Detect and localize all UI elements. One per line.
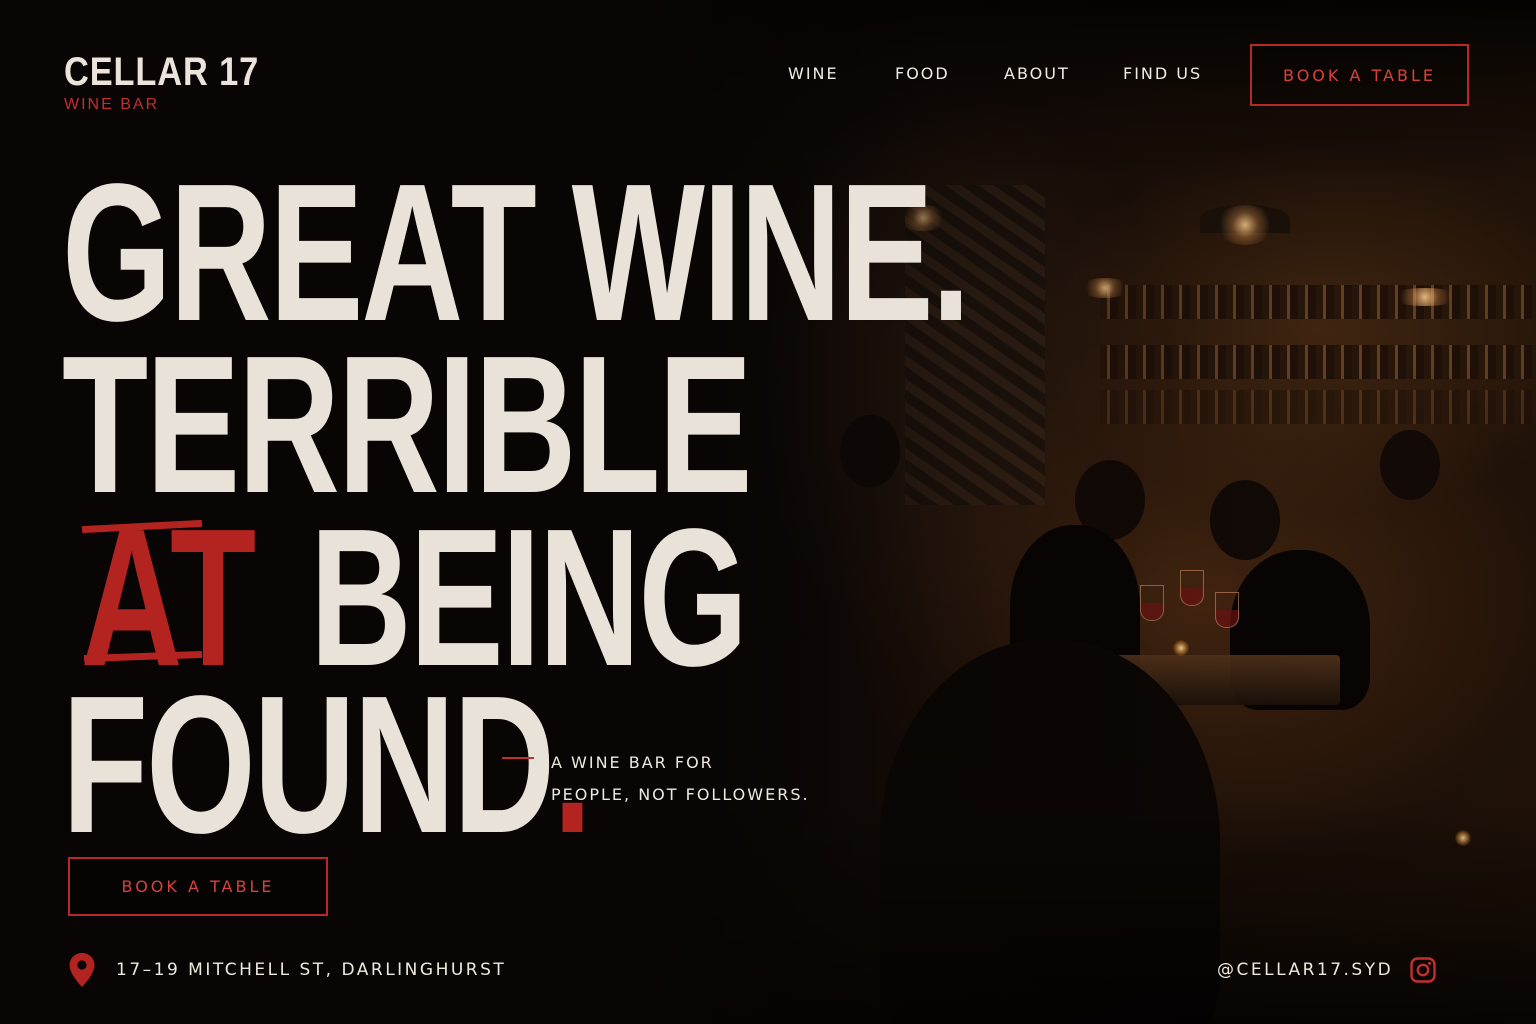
nav-find-us-link[interactable]: FIND US [1123,64,1202,83]
brand-logo[interactable]: CELLAR 17 WINE BAR [64,50,291,114]
tagline-line-2: PEOPLE, NOT FOLLOWERS. [551,785,810,804]
tagline-line-1: A WINE BAR FOR [551,753,714,772]
instagram-handle-link[interactable]: @CELLAR17.SYD [1217,960,1393,980]
venue-address: 17–19 MITCHELL ST, DARLINGHURST [116,960,507,980]
headline-line-1: GREAT WINE. [62,143,971,362]
map-pin-icon [69,953,95,987]
headline-line-2: TERRIBLE [62,315,752,534]
hero-book-table-button[interactable]: BOOK A TABLE [68,857,328,916]
brand-name: CELLAR 17 [64,50,260,94]
headline-line-4-word: FOUND [62,655,555,874]
nav-food-link[interactable]: FOOD [895,64,950,83]
tagline: A WINE BAR FOR PEOPLE, NOT FOLLOWERS. [551,747,810,811]
header-book-table-button[interactable]: BOOK A TABLE [1250,44,1469,106]
nav-about-link[interactable]: ABOUT [1004,64,1070,83]
tagline-dash [502,757,534,759]
brand-subtitle: WINE BAR [64,96,160,113]
nav-wine-link[interactable]: WINE [788,64,839,83]
instagram-icon[interactable] [1410,957,1436,983]
headline-line-4: FOUND. [62,667,592,863]
